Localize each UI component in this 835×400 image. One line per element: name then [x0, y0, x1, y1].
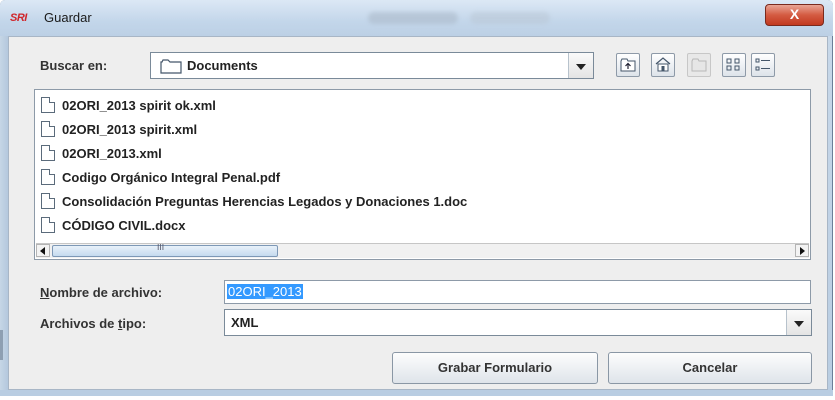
- horizontal-scrollbar[interactable]: III: [36, 243, 809, 258]
- file-name: 02ORI_2013 spirit ok.xml: [62, 97, 216, 113]
- save-button[interactable]: Grabar Formulario: [392, 352, 598, 384]
- file-name: Codigo Orgánico Integral Penal.pdf: [62, 169, 281, 185]
- up-folder-icon: [620, 58, 636, 72]
- chevron-down-icon[interactable]: [568, 53, 593, 78]
- file-name: Consolidación Preguntas Herencias Legado…: [62, 193, 468, 209]
- list-item[interactable]: Consolidación Preguntas Herencias Legado…: [41, 190, 467, 212]
- file-icon: [41, 217, 55, 233]
- window-title: Guardar: [44, 10, 92, 25]
- file-name: 02ORI_2013 spirit.xml: [62, 121, 198, 137]
- cancel-button[interactable]: Cancelar: [608, 352, 812, 384]
- filename-value: 02ORI_2013: [227, 284, 303, 299]
- file-icon: [41, 121, 55, 137]
- lookin-label: Buscar en:: [40, 58, 108, 73]
- file-icon: [41, 97, 55, 113]
- file-icon: [41, 193, 55, 209]
- scroll-left-icon[interactable]: [36, 244, 50, 257]
- details-view-icon: [755, 58, 770, 71]
- scroll-right-icon[interactable]: [795, 244, 809, 257]
- blurred-title-region: [470, 12, 550, 24]
- file-name: 02ORI_2013.xml: [62, 145, 162, 161]
- close-button[interactable]: X: [765, 4, 824, 26]
- new-folder-icon: [691, 58, 707, 72]
- app-logo: SRI: [10, 12, 27, 24]
- details-view-button[interactable]: [751, 53, 775, 77]
- filetype-label: Archivos de tipo:: [40, 316, 147, 331]
- filetype-value: XML: [231, 315, 259, 330]
- scrollbar-thumb[interactable]: III: [52, 243, 278, 257]
- file-icon: [41, 145, 55, 161]
- file-name: CÓDIGO CIVIL.docx: [62, 217, 186, 233]
- file-list[interactable]: 02ORI_2013 spirit ok.xml 02ORI_2013 spir…: [34, 89, 811, 260]
- folder-icon: [160, 59, 182, 74]
- up-folder-button[interactable]: [616, 53, 640, 77]
- close-icon: X: [789, 6, 800, 22]
- blurred-title-region: [368, 12, 458, 24]
- list-item[interactable]: 02ORI_2013 spirit ok.xml: [41, 94, 216, 116]
- scrollbar-grip: III: [157, 243, 165, 252]
- list-item[interactable]: 02ORI_2013.xml: [41, 142, 162, 164]
- filetype-combo[interactable]: XML: [224, 309, 812, 336]
- home-button[interactable]: [651, 53, 675, 77]
- home-icon: [655, 57, 671, 72]
- list-item[interactable]: CÓDIGO CIVIL.docx: [41, 214, 186, 236]
- file-icon: [41, 169, 55, 185]
- list-view-icon: [726, 58, 740, 71]
- list-view-button[interactable]: [722, 53, 746, 77]
- title-bar[interactable]: SRI Guardar X: [0, 0, 833, 36]
- window-border-bottom: [0, 390, 833, 396]
- resize-edge: [0, 330, 3, 360]
- list-item[interactable]: Codigo Orgánico Integral Penal.pdf: [41, 166, 280, 188]
- filename-label: Nombre de archivo:: [40, 285, 163, 300]
- list-item[interactable]: 02ORI_2013 spirit.xml: [41, 118, 197, 140]
- new-folder-button[interactable]: [687, 53, 711, 77]
- filename-field[interactable]: 02ORI_2013: [224, 280, 811, 304]
- lookin-value: Documents: [187, 58, 258, 73]
- lookin-combo[interactable]: Documents: [150, 52, 594, 79]
- chevron-down-icon[interactable]: [786, 310, 811, 335]
